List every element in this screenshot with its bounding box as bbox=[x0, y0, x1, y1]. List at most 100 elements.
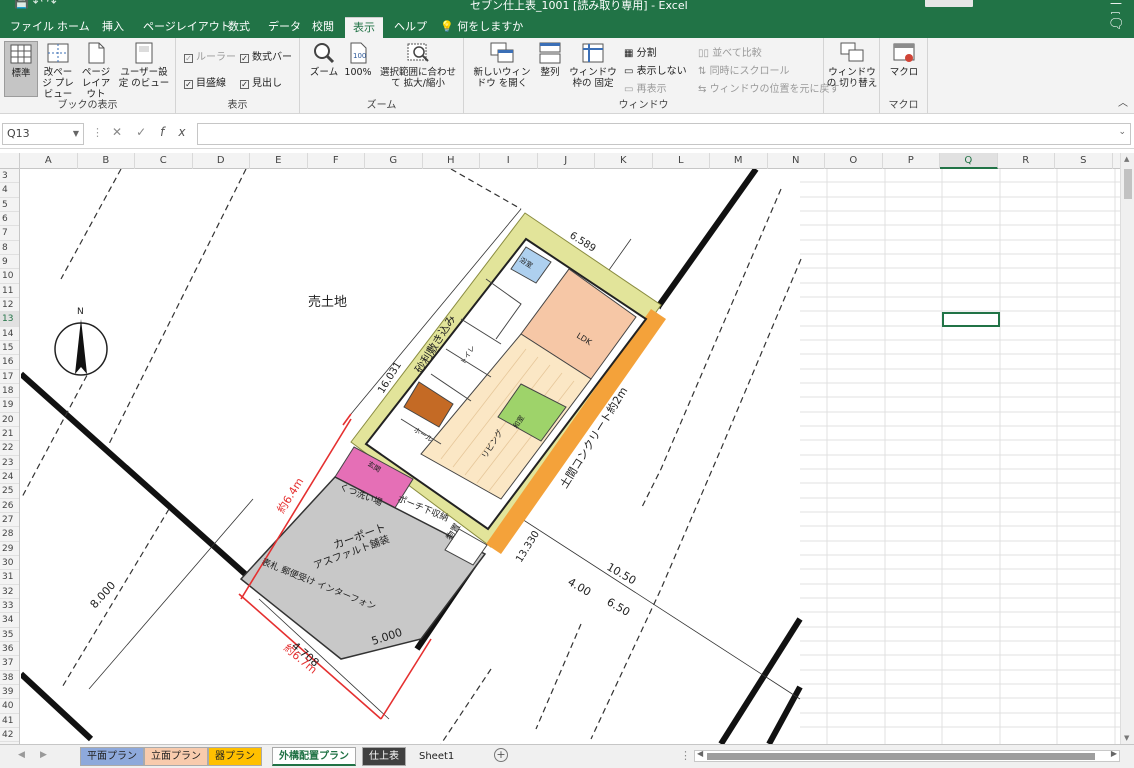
new-window-button[interactable]: 新しいウィンドウ を開く bbox=[470, 41, 534, 89]
row-header-40[interactable]: 40 bbox=[0, 699, 19, 714]
selected-cell[interactable] bbox=[942, 312, 1000, 327]
h-scroll-thumb[interactable] bbox=[707, 753, 1095, 760]
row-header-30[interactable]: 30 bbox=[0, 556, 19, 571]
normal-view-button[interactable]: 標準 bbox=[4, 41, 38, 97]
column-header-f[interactable]: F bbox=[308, 153, 365, 169]
tab-home[interactable]: ホーム bbox=[55, 17, 92, 38]
gridlines-checkbox[interactable]: ✓ 目盛線 bbox=[184, 74, 226, 89]
sheet-tab-finish-table[interactable]: 仕上表 bbox=[362, 747, 406, 766]
row-header-16[interactable]: 16 bbox=[0, 355, 19, 370]
row-header-35[interactable]: 35 bbox=[0, 628, 19, 642]
custom-views-button[interactable]: ユーザー設定 のビュー bbox=[116, 41, 172, 89]
horizontal-scrollbar[interactable]: ◀ ▶ bbox=[694, 749, 1120, 762]
next-sheet-icon[interactable]: ▶ bbox=[40, 750, 47, 760]
split-button[interactable]: ▦ 分割 bbox=[624, 44, 657, 59]
row-header-29[interactable]: 29 bbox=[0, 542, 19, 556]
synchronous-scrolling-button[interactable]: ⇅ 同時にスクロール bbox=[698, 62, 790, 77]
row-header-3[interactable]: 3 bbox=[0, 169, 19, 184]
row-header-13[interactable]: 13 bbox=[0, 312, 19, 327]
row-header-9[interactable]: 9 bbox=[0, 255, 19, 270]
quick-access-toolbar[interactable]: 💾 ↶ ↷ bbox=[14, 0, 57, 9]
row-header-41[interactable]: 41 bbox=[0, 714, 19, 728]
page-layout-view-button[interactable]: ページ レイアウト bbox=[78, 41, 114, 100]
column-header-o[interactable]: O bbox=[825, 153, 883, 169]
zoom-to-selection-button[interactable]: 選択範囲に合わせて 拡大/縮小 bbox=[376, 41, 460, 89]
column-header-k[interactable]: K bbox=[595, 153, 653, 169]
tab-review[interactable]: 校閲 bbox=[310, 17, 336, 38]
select-all-corner[interactable] bbox=[0, 153, 20, 169]
column-header-d[interactable]: D bbox=[193, 153, 250, 169]
row-header-24[interactable]: 24 bbox=[0, 470, 19, 485]
comment-icon[interactable]: 🗨 bbox=[1108, 17, 1125, 32]
chevron-down-icon[interactable]: ▼ bbox=[73, 124, 79, 144]
row-header-20[interactable]: 20 bbox=[0, 413, 19, 427]
row-header-10[interactable]: 10 bbox=[0, 269, 19, 284]
sheet-tab-sheet1[interactable]: Sheet1 bbox=[412, 747, 461, 766]
tab-insert[interactable]: 挿入 bbox=[100, 17, 126, 38]
scroll-up-icon[interactable]: ▲ bbox=[1124, 155, 1129, 163]
tab-page-layout[interactable]: ページレイアウト bbox=[141, 17, 233, 38]
sheet-tab-elevation[interactable]: 立面プラン bbox=[144, 747, 208, 766]
column-header-j[interactable]: J bbox=[538, 153, 595, 169]
scroll-down-icon[interactable]: ▼ bbox=[1124, 734, 1129, 742]
column-header-g[interactable]: G bbox=[365, 153, 423, 169]
row-header-21[interactable]: 21 bbox=[0, 427, 19, 442]
name-box[interactable]: Q13 ▼ bbox=[2, 123, 84, 145]
row-header-14[interactable]: 14 bbox=[0, 327, 19, 341]
ruler-checkbox[interactable]: ✓ ルーラー bbox=[184, 48, 236, 63]
row-header-38[interactable]: 38 bbox=[0, 671, 19, 685]
row-header-7[interactable]: 7 bbox=[0, 226, 19, 241]
column-header-r[interactable]: R bbox=[998, 153, 1055, 169]
scroll-thumb[interactable] bbox=[1124, 169, 1132, 199]
row-header-32[interactable]: 32 bbox=[0, 585, 19, 599]
row-header-4[interactable]: 4 bbox=[0, 183, 19, 198]
tab-help[interactable]: ヘルプ bbox=[392, 17, 429, 38]
hide-window-button[interactable]: ▭ 表示しない bbox=[624, 62, 687, 77]
row-header-8[interactable]: 8 bbox=[0, 241, 19, 255]
row-header-27[interactable]: 27 bbox=[0, 513, 19, 528]
row-header-15[interactable]: 15 bbox=[0, 341, 19, 356]
sheet-tab-plan[interactable]: 平面プラン bbox=[80, 747, 144, 766]
row-header-33[interactable]: 33 bbox=[0, 599, 19, 614]
row-header-18[interactable]: 18 bbox=[0, 384, 19, 399]
zoom-button[interactable]: ズーム bbox=[306, 41, 342, 78]
formula-bar-checkbox[interactable]: ✓ 数式バー bbox=[240, 48, 292, 63]
column-header-h[interactable]: H bbox=[423, 153, 480, 169]
sheet-tab-exterior[interactable]: 外構配置プラン bbox=[272, 747, 356, 766]
column-header-s[interactable]: S bbox=[1055, 153, 1113, 169]
row-header-12[interactable]: 12 bbox=[0, 298, 19, 313]
sheet-tab-fixtures[interactable]: 器プラン bbox=[208, 747, 262, 766]
row-header-23[interactable]: 23 bbox=[0, 456, 19, 470]
page-break-preview-button[interactable]: 改ページ プレビュー bbox=[40, 41, 76, 100]
view-side-by-side-button[interactable]: ▯▯ 並べて比較 bbox=[698, 44, 762, 59]
row-header-26[interactable]: 26 bbox=[0, 499, 19, 513]
row-header-6[interactable]: 6 bbox=[0, 212, 19, 227]
vertical-scrollbar[interactable]: ▲ ▼ bbox=[1120, 153, 1134, 744]
row-header-5[interactable]: 5 bbox=[0, 198, 19, 212]
add-sheet-icon[interactable]: + bbox=[494, 748, 508, 762]
row-header-22[interactable]: 22 bbox=[0, 441, 19, 456]
row-header-17[interactable]: 17 bbox=[0, 370, 19, 384]
row-header-19[interactable]: 19 bbox=[0, 398, 19, 413]
column-header-p[interactable]: P bbox=[883, 153, 940, 169]
column-header-c[interactable]: C bbox=[135, 153, 193, 169]
tab-view[interactable]: 表示 bbox=[345, 17, 383, 38]
row-header-11[interactable]: 11 bbox=[0, 284, 19, 298]
headings-checkbox[interactable]: ✓ 見出し bbox=[240, 74, 282, 89]
row-header-25[interactable]: 25 bbox=[0, 484, 19, 499]
scroll-left-icon[interactable]: ◀ bbox=[697, 749, 703, 758]
column-header-a[interactable]: A bbox=[20, 153, 78, 169]
macros-button[interactable]: マクロ bbox=[886, 41, 922, 78]
column-header-b[interactable]: B bbox=[78, 153, 135, 169]
cancel-icon[interactable]: ✕ bbox=[112, 125, 136, 139]
row-header-42[interactable]: 42 bbox=[0, 728, 19, 743]
formula-input[interactable]: ⌄ bbox=[197, 123, 1131, 145]
collapse-ribbon-icon[interactable]: ︿ bbox=[1118, 94, 1128, 109]
unhide-window-button[interactable]: ▭ 再表示 bbox=[624, 80, 667, 95]
column-header-m[interactable]: M bbox=[710, 153, 768, 169]
worksheet-grid[interactable]: N 売土地 砂利敷き込み 土間コンクリート約2m 16.031 13.330 6… bbox=[21, 169, 1120, 744]
column-header-i[interactable]: I bbox=[480, 153, 538, 169]
row-header-39[interactable]: 39 bbox=[0, 685, 19, 700]
column-header-n[interactable]: N bbox=[768, 153, 825, 169]
tab-file[interactable]: ファイル bbox=[8, 17, 56, 38]
